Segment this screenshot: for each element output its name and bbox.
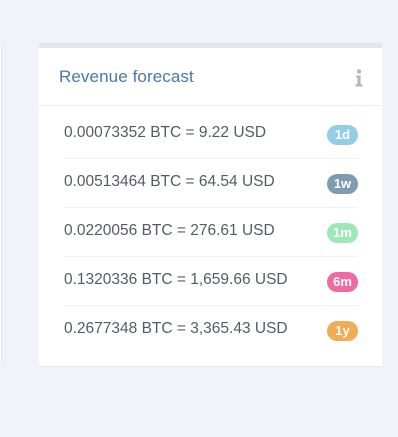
forecast-row: 0.2677348 BTC = 3,365.43 USD 1y [64,306,358,355]
period-badge: 1w [327,174,358,194]
forecast-value: 0.00073352 BTC = 9.22 USD [64,124,267,141]
period-badge: 6m [327,272,358,292]
forecast-value: 0.2677348 BTC = 3,365.43 USD [64,320,288,337]
forecast-list: 0.00073352 BTC = 9.22 USD 1d 0.00513464 … [64,110,358,355]
card-header: Revenue forecast [39,48,382,106]
forecast-row: 0.00513464 BTC = 64.54 USD 1w [64,159,358,208]
period-badge: 1m [327,223,358,243]
forecast-value: 0.0220056 BTC = 276.61 USD [64,222,275,239]
forecast-value: 0.00513464 BTC = 64.54 USD [64,173,275,190]
period-badge: 1d [327,125,358,145]
info-icon[interactable] [355,69,363,87]
card-title: Revenue forecast [59,67,194,86]
forecast-value: 0.1320336 BTC = 1,659.66 USD [64,271,288,288]
forecast-row: 0.1320336 BTC = 1,659.66 USD 6m [64,257,358,306]
revenue-forecast-card: Revenue forecast 0.00073352 BTC = 9.22 U… [39,43,382,367]
forecast-row: 0.00073352 BTC = 9.22 USD 1d [64,110,358,159]
left-panel-edge [0,46,2,362]
forecast-row: 0.0220056 BTC = 276.61 USD 1m [64,208,358,257]
period-badge: 1y [327,321,358,341]
